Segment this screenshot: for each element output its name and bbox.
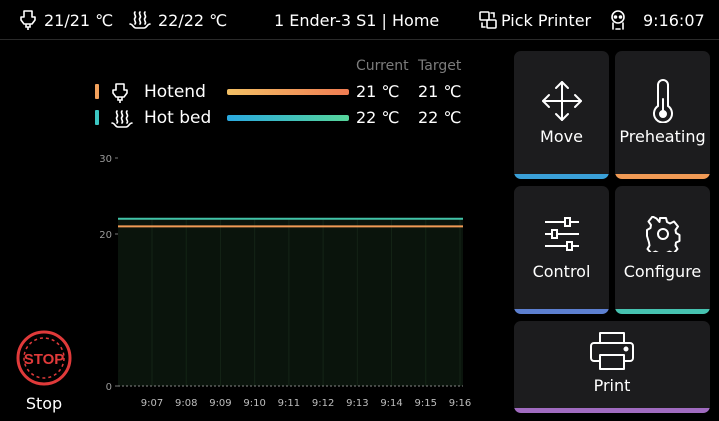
- hotend-line-swatch: [227, 89, 349, 95]
- hotend-icon: [18, 9, 38, 31]
- page-title: 1 Ender-3 S1 | Home: [274, 10, 440, 30]
- y-tick-label: 0: [106, 382, 112, 393]
- sliders-icon: [543, 216, 581, 256]
- clock: 9:16:07: [643, 10, 705, 30]
- pick-printer-button[interactable]: Pick Printer: [478, 0, 591, 40]
- current-header: Current: [356, 58, 409, 74]
- x-tick-label: 9:15: [415, 398, 437, 409]
- hotend-status: 21/21 ℃: [18, 0, 113, 40]
- control-accent-bar: [514, 309, 609, 314]
- stop-label: Stop: [25, 394, 63, 413]
- move-arrows-icon: [540, 79, 584, 127]
- configure-label: Configure: [623, 262, 702, 281]
- hotend-label: Hotend: [144, 82, 206, 102]
- robot-icon[interactable]: [607, 0, 629, 40]
- stop-badge-text: STOP: [24, 351, 65, 368]
- configure-accent-bar: [615, 309, 710, 314]
- target-header: Target: [418, 58, 462, 74]
- bed-temp-text: 22/22 ℃: [158, 10, 228, 30]
- y-tick-label: 20: [99, 230, 112, 241]
- hot-bed-label: Hot bed: [144, 108, 212, 128]
- legend-row-hot-bed: Hot bed 22 ℃ 22 ℃: [0, 108, 470, 128]
- move-accent-bar: [514, 174, 609, 179]
- plot-area: [118, 218, 463, 386]
- x-tick-label: 9:12: [312, 398, 334, 409]
- pick-printer-label: Pick Printer: [501, 10, 592, 30]
- legend-row-hotend: Hotend 21 ℃ 21 ℃: [0, 82, 470, 103]
- status-bar: 21/21 ℃ 22/22 ℃ 1 Ender-3 S1 | Home Pick…: [0, 0, 719, 40]
- hotend-icon: [110, 82, 130, 108]
- hotend-target: 21 ℃: [418, 82, 462, 101]
- preheating-tile[interactable]: Preheating: [615, 51, 710, 179]
- preheating-accent-bar: [615, 174, 710, 179]
- hotend-current: 21 ℃: [356, 82, 400, 101]
- control-label: Control: [532, 262, 591, 281]
- hot-bed-current: 22 ℃: [356, 108, 400, 127]
- move-tile[interactable]: Move: [514, 51, 609, 179]
- x-tick-label: 9:11: [278, 398, 300, 409]
- stop-button[interactable]: STOP Stop: [14, 330, 74, 414]
- preheating-label: Preheating: [619, 127, 706, 146]
- hotend-marker: [95, 84, 99, 99]
- x-tick-label: 9:09: [209, 398, 231, 409]
- thermometer-icon: [650, 79, 676, 127]
- move-label: Move: [540, 127, 583, 146]
- printer-switch-icon: [478, 10, 498, 30]
- x-tick-label: 9:13: [346, 398, 368, 409]
- hot-bed-marker: [95, 110, 99, 125]
- x-tick-label: 9:14: [380, 398, 402, 409]
- x-tick-label: 9:10: [243, 398, 265, 409]
- bed-status: 22/22 ℃: [128, 0, 227, 40]
- configure-tile[interactable]: Configure: [615, 186, 710, 314]
- control-tile[interactable]: Control: [514, 186, 609, 314]
- printer-icon: [588, 331, 636, 375]
- x-tick-label: 9:16: [449, 398, 471, 409]
- gear-icon: [645, 215, 681, 258]
- hot-bed-target: 22 ℃: [418, 108, 462, 127]
- hot-bed-line-swatch: [227, 115, 349, 121]
- x-tick-label: 9:07: [141, 398, 163, 409]
- print-label: Print: [593, 376, 631, 395]
- print-accent-bar: [514, 408, 710, 413]
- x-tick-label: 9:08: [175, 398, 197, 409]
- print-tile[interactable]: Print: [514, 321, 710, 413]
- stop-icon: STOP: [16, 330, 72, 386]
- y-tick-label: 30: [99, 154, 112, 165]
- hotend-temp-text: 21/21 ℃: [44, 10, 114, 30]
- hot-bed-icon: [110, 108, 134, 134]
- hot-bed-icon: [128, 9, 152, 31]
